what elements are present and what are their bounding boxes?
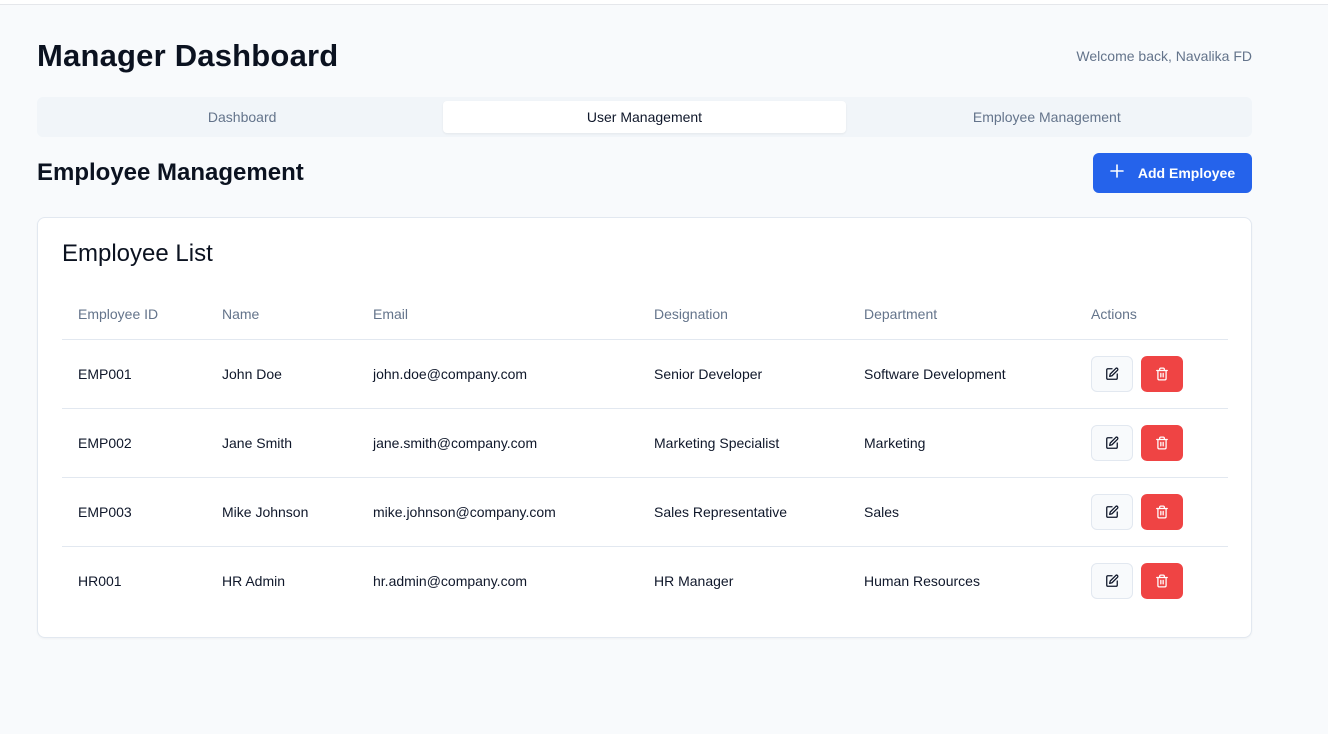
cell-email: john.doe@company.com bbox=[357, 339, 638, 409]
cell-actions bbox=[1075, 408, 1228, 478]
edit-button[interactable] bbox=[1091, 562, 1133, 599]
tab-bar: Dashboard User Management Employee Manag… bbox=[37, 97, 1252, 137]
edit-button[interactable] bbox=[1091, 355, 1133, 392]
section-title: Employee Management bbox=[37, 159, 304, 186]
add-employee-button[interactable]: Add Employee bbox=[1093, 153, 1252, 193]
delete-button[interactable] bbox=[1141, 562, 1183, 599]
col-actions: Actions bbox=[1075, 290, 1228, 340]
cell-name: John Doe bbox=[206, 339, 357, 409]
cell-name: HR Admin bbox=[222, 572, 286, 589]
cell-name: Mike Johnson bbox=[206, 477, 357, 547]
cell-actions bbox=[1075, 477, 1228, 547]
trash-icon bbox=[1156, 505, 1168, 518]
delete-button[interactable] bbox=[1141, 493, 1183, 530]
table-row: EMP001 John Doe john.doe@company.com Sen… bbox=[62, 339, 1228, 409]
edit-icon bbox=[1106, 367, 1119, 380]
cell-department: Software Development bbox=[848, 339, 1075, 409]
employee-table: Employee ID Name Email Designation Depar… bbox=[62, 290, 1228, 615]
cell-designation: Senior Developer bbox=[638, 339, 848, 409]
cell-department: Human Resources bbox=[864, 572, 980, 589]
cell-email: hr.admin@company.com bbox=[373, 572, 528, 589]
card-title: Employee List bbox=[62, 240, 213, 267]
edit-icon bbox=[1106, 505, 1119, 518]
cell-department: Sales bbox=[848, 477, 1075, 547]
cell-designation: Marketing Specialist bbox=[638, 408, 848, 478]
welcome-message: Welcome back, Navalika FD bbox=[1076, 48, 1252, 64]
cell-employee-id: EMP002 bbox=[62, 408, 206, 478]
cell-name: Jane Smith bbox=[206, 408, 357, 478]
cell-department: Marketing bbox=[848, 408, 1075, 478]
top-border bbox=[0, 0, 1328, 5]
tab-employee-management[interactable]: Employee Management bbox=[846, 101, 1248, 133]
trash-icon bbox=[1156, 436, 1168, 449]
trash-icon bbox=[1156, 367, 1168, 380]
page-header: Manager Dashboard Welcome back, Navalika… bbox=[37, 36, 1252, 76]
cell-email: jane.smith@company.com bbox=[357, 408, 638, 478]
row-actions bbox=[1091, 355, 1228, 392]
employee-list-card: Employee List Employee ID Name Email Des… bbox=[37, 217, 1252, 638]
edit-button[interactable] bbox=[1091, 424, 1133, 461]
delete-button[interactable] bbox=[1141, 355, 1183, 392]
row-actions bbox=[1091, 424, 1228, 461]
table-row: EMP002 Jane Smith jane.smith@company.com… bbox=[62, 408, 1228, 478]
col-name: Name bbox=[206, 290, 357, 340]
cell-actions bbox=[1075, 546, 1228, 615]
row-actions bbox=[1091, 562, 1228, 599]
table-row: EMP003 Mike Johnson mike.johnson@company… bbox=[62, 477, 1228, 547]
cell-designation: HR Manager bbox=[654, 572, 734, 589]
edit-button[interactable] bbox=[1091, 493, 1133, 530]
cell-designation: Sales Representative bbox=[638, 477, 848, 547]
cell-employee-id: HR001 bbox=[78, 572, 122, 589]
row-actions bbox=[1091, 493, 1228, 530]
cell-email: mike.johnson@company.com bbox=[357, 477, 638, 547]
page-title: Manager Dashboard bbox=[37, 38, 339, 73]
delete-button[interactable] bbox=[1141, 424, 1183, 461]
plus-icon bbox=[1110, 162, 1124, 182]
col-employee-id: Employee ID bbox=[62, 290, 206, 340]
tab-user-management[interactable]: User Management bbox=[443, 101, 846, 133]
col-email: Email bbox=[357, 290, 638, 340]
edit-icon bbox=[1106, 436, 1119, 449]
cell-employee-id: EMP003 bbox=[62, 477, 206, 547]
tab-dashboard[interactable]: Dashboard bbox=[41, 101, 443, 133]
col-designation: Designation bbox=[638, 290, 848, 340]
table-row: HR001 HR Admin hr.admin@company.com HR M… bbox=[62, 546, 1228, 615]
cell-actions bbox=[1075, 339, 1228, 409]
section-header: Employee Management Add Employee bbox=[37, 153, 1252, 193]
add-employee-label: Add Employee bbox=[1137, 165, 1236, 181]
table-header-row: Employee ID Name Email Designation Depar… bbox=[62, 290, 1228, 340]
col-department: Department bbox=[848, 290, 1075, 340]
cell-employee-id: EMP001 bbox=[62, 339, 206, 409]
trash-icon bbox=[1156, 574, 1168, 588]
edit-icon bbox=[1106, 574, 1119, 587]
